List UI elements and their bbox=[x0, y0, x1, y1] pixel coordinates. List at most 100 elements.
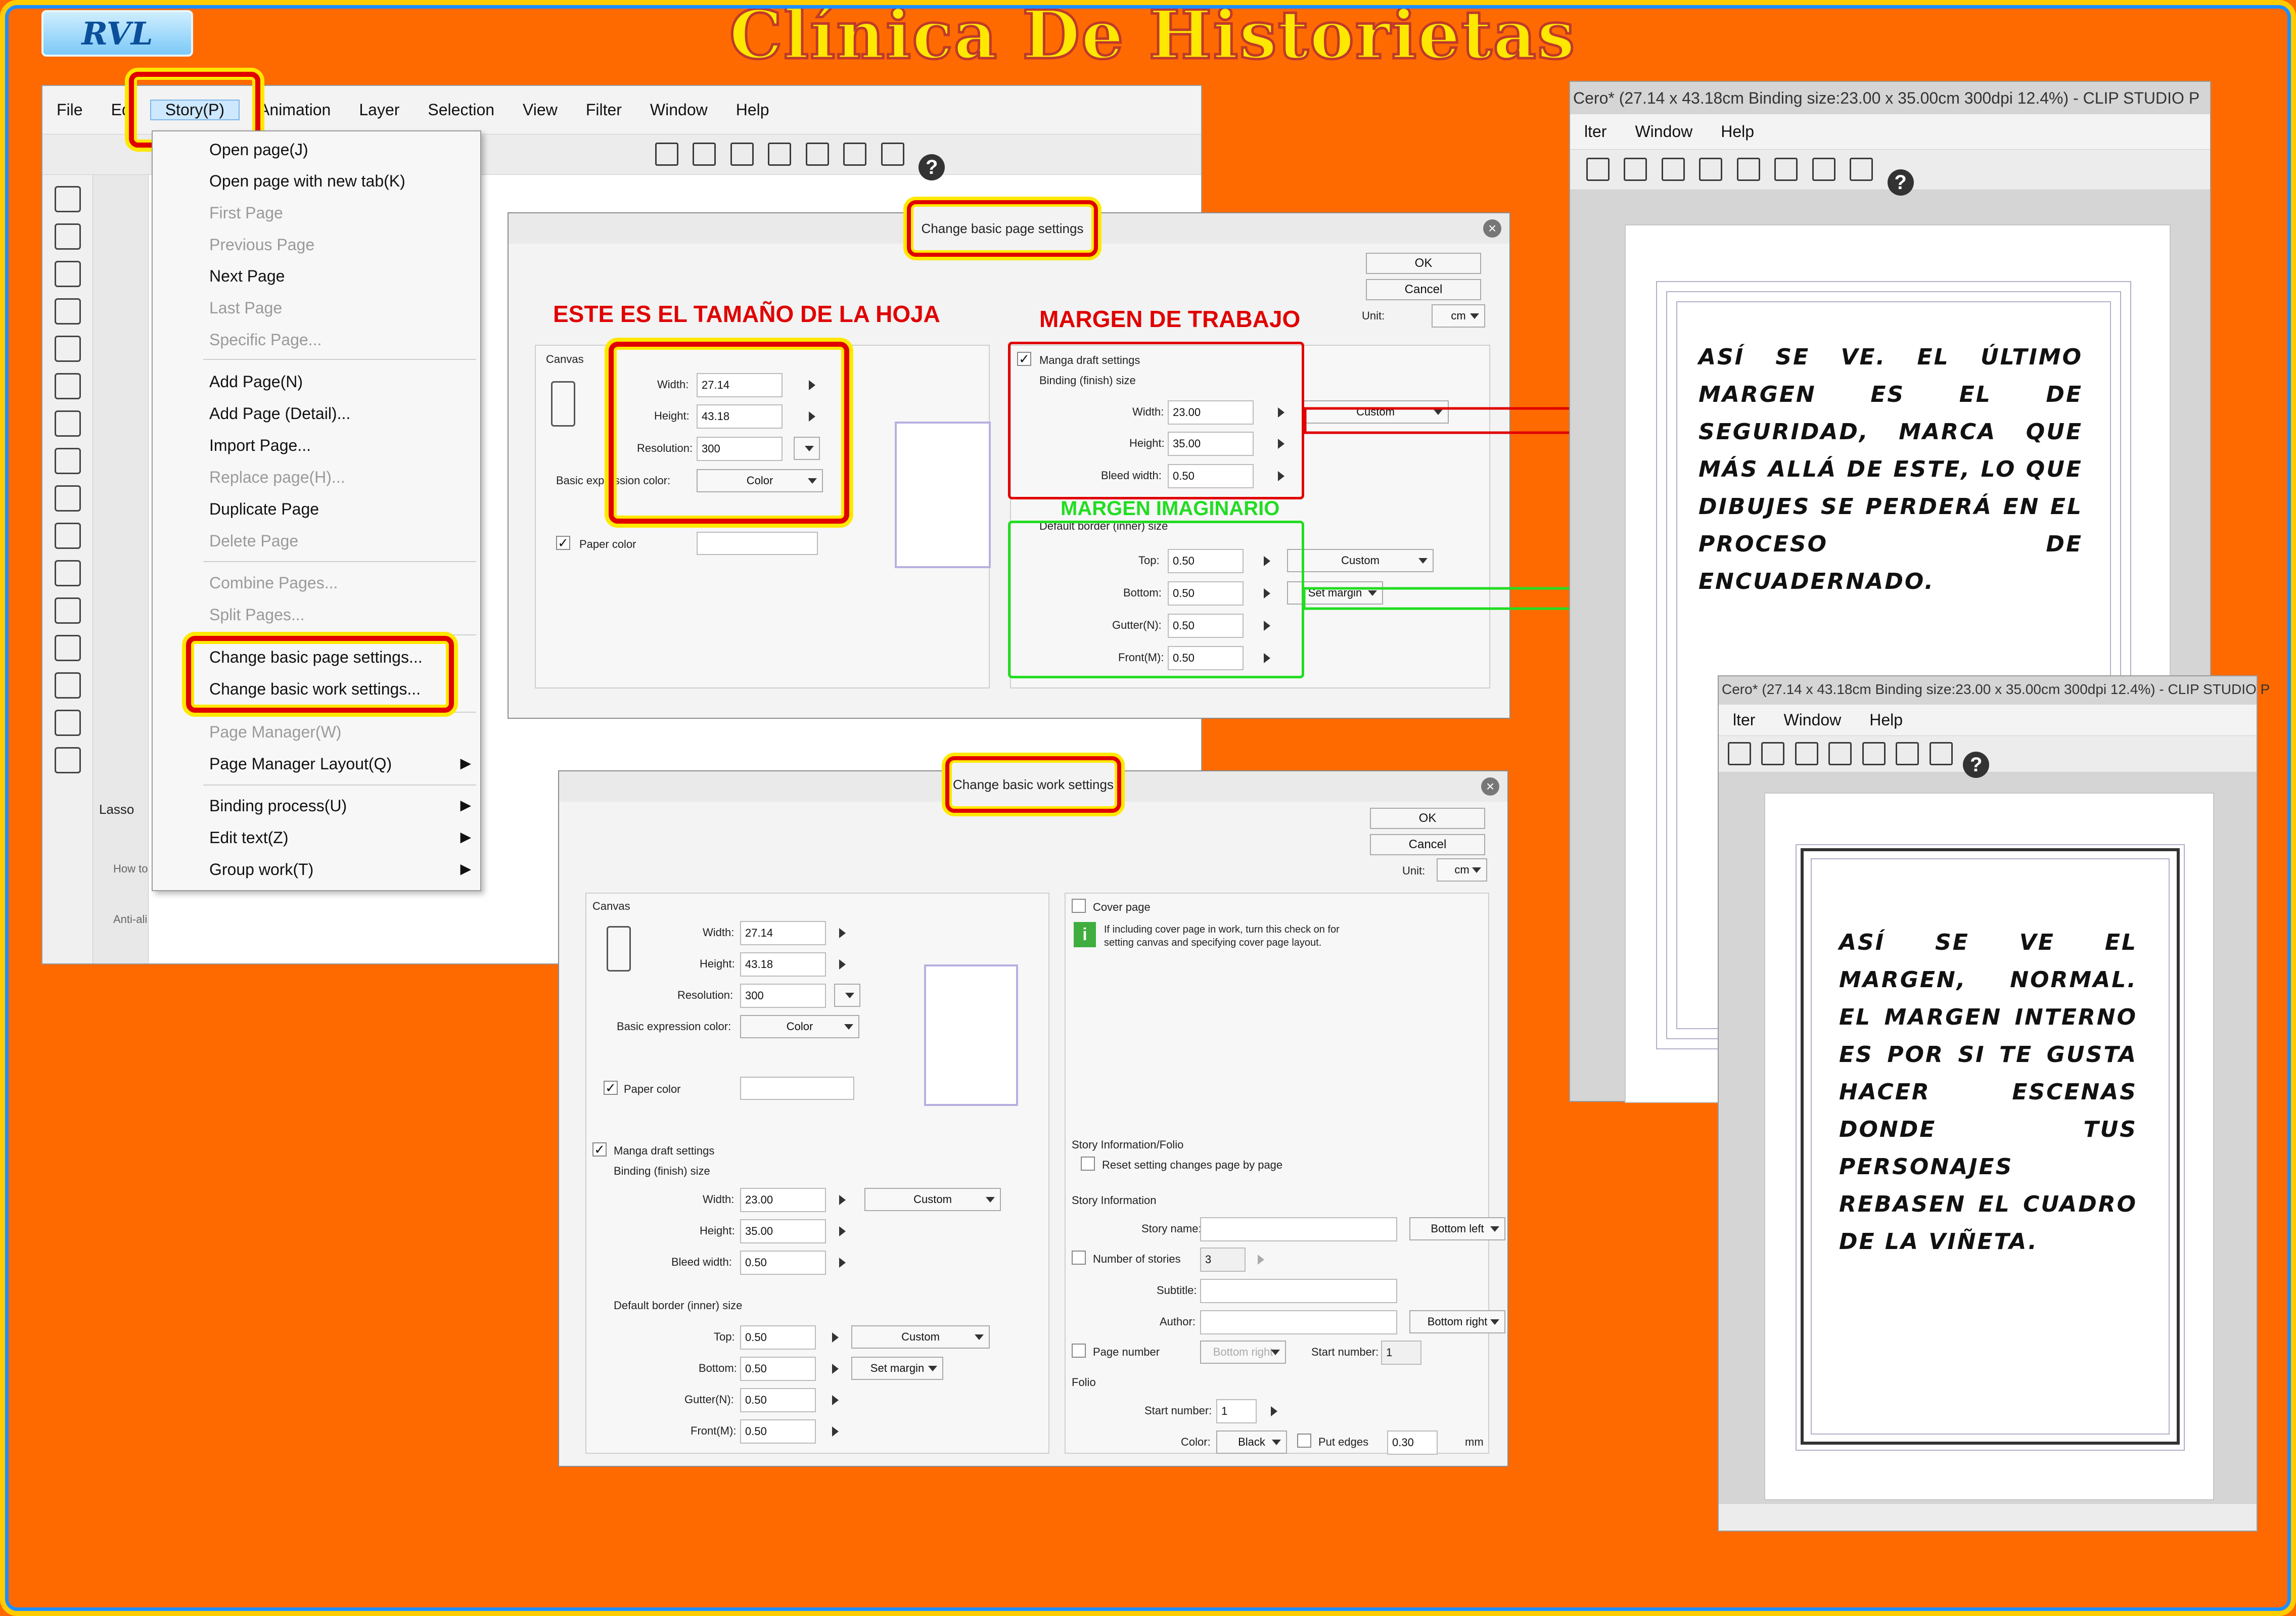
page-number-checkbox[interactable] bbox=[1072, 1344, 1086, 1358]
gutter-arrow-icon[interactable] bbox=[832, 1395, 839, 1405]
menu-help[interactable]: Help bbox=[1855, 711, 1917, 729]
figure-tool-icon[interactable] bbox=[54, 710, 81, 736]
ruler-icon[interactable] bbox=[1828, 742, 1852, 765]
tool-icon[interactable] bbox=[1761, 742, 1785, 765]
tool-icon[interactable] bbox=[1586, 158, 1610, 181]
menu-layer[interactable]: Layer bbox=[345, 101, 414, 119]
border-preset-select[interactable]: Custom bbox=[1287, 549, 1434, 572]
screen-icon[interactable] bbox=[881, 143, 904, 166]
bottom-arrow-icon[interactable] bbox=[832, 1364, 839, 1374]
menu-item-open-page-new-tab[interactable]: Open page with new tab(K) bbox=[209, 172, 405, 191]
guide-icon[interactable] bbox=[730, 143, 754, 166]
paper-color-swatch[interactable] bbox=[697, 532, 818, 555]
ruler-icon[interactable] bbox=[693, 143, 716, 166]
binding-preset-select[interactable]: Custom bbox=[1302, 400, 1449, 424]
number-of-stories-checkbox[interactable] bbox=[1072, 1251, 1086, 1265]
ok-button[interactable]: OK bbox=[1366, 253, 1481, 274]
menu-item-open-page[interactable]: Open page(J) bbox=[209, 141, 308, 159]
expression-color-select[interactable]: Color bbox=[740, 1015, 859, 1038]
tool-icon[interactable] bbox=[1624, 158, 1647, 181]
frame-icon[interactable] bbox=[805, 143, 829, 166]
snap-icon[interactable] bbox=[1774, 158, 1798, 181]
folio-start-number-input[interactable]: 1 bbox=[1216, 1399, 1257, 1423]
binding-height-input[interactable]: 35.00 bbox=[740, 1219, 826, 1243]
object-tool-icon[interactable] bbox=[54, 298, 81, 325]
menu-item-import-page[interactable]: Import Page... bbox=[209, 436, 311, 455]
menu-help[interactable]: Help bbox=[722, 101, 784, 119]
help-icon[interactable]: ? bbox=[1887, 169, 1914, 196]
screen-icon[interactable] bbox=[1929, 742, 1953, 765]
width-arrow-icon[interactable] bbox=[839, 928, 846, 938]
perspective-icon[interactable] bbox=[843, 143, 867, 166]
menu-window[interactable]: Window bbox=[1621, 122, 1707, 141]
menu-item-duplicate-page[interactable]: Duplicate Page bbox=[209, 500, 319, 519]
reset-setting-checkbox[interactable] bbox=[1081, 1157, 1095, 1171]
unit-select[interactable]: cm bbox=[1437, 858, 1487, 882]
put-edges-checkbox[interactable] bbox=[1297, 1434, 1311, 1448]
rotate-tool-icon[interactable] bbox=[54, 223, 81, 250]
gutter-input[interactable]: 0.50 bbox=[740, 1388, 816, 1412]
top-input[interactable]: 0.50 bbox=[740, 1325, 816, 1350]
cancel-button[interactable]: Cancel bbox=[1366, 279, 1481, 300]
magic-wand-icon[interactable] bbox=[54, 373, 81, 399]
number-of-stories-input[interactable]: 3 bbox=[1200, 1248, 1246, 1272]
tool-icon[interactable] bbox=[1728, 742, 1751, 765]
pencil-tool-icon[interactable] bbox=[54, 485, 81, 512]
border-preset-select[interactable]: Custom bbox=[851, 1325, 990, 1349]
top-arrow-icon[interactable] bbox=[832, 1332, 839, 1343]
set-margin-select[interactable]: Set margin bbox=[851, 1357, 943, 1380]
paper-color-checkbox[interactable]: ✓ bbox=[556, 536, 570, 550]
close-icon[interactable]: × bbox=[1481, 777, 1499, 796]
grid-icon[interactable] bbox=[1795, 742, 1818, 765]
help-icon[interactable]: ? bbox=[919, 154, 945, 180]
brush-tool-icon[interactable] bbox=[54, 523, 81, 549]
fill-tool-icon[interactable] bbox=[54, 635, 81, 661]
tool-icon[interactable] bbox=[1661, 158, 1685, 181]
height-arrow-icon[interactable] bbox=[839, 959, 846, 969]
menu-item-add-page[interactable]: Add Page(N) bbox=[209, 373, 303, 391]
lasso-tool-icon[interactable] bbox=[54, 336, 81, 362]
zoom-tool-icon[interactable] bbox=[54, 186, 81, 212]
manga-draft-checkbox[interactable]: ✓ bbox=[592, 1142, 607, 1157]
perspective-icon[interactable] bbox=[1896, 742, 1919, 765]
author-position-select[interactable]: Bottom right bbox=[1409, 1310, 1505, 1333]
binding-width-input[interactable]: 23.00 bbox=[740, 1188, 826, 1212]
story-name-input[interactable] bbox=[1200, 1217, 1397, 1241]
height-input[interactable]: 43.18 bbox=[740, 952, 826, 977]
ruler-tool-icon[interactable] bbox=[54, 747, 81, 773]
menu-item-edit-text[interactable]: Edit text(Z) bbox=[209, 828, 288, 847]
pen-tool-icon[interactable] bbox=[54, 448, 81, 474]
move-tool-icon[interactable] bbox=[54, 261, 81, 287]
paper-color-swatch[interactable] bbox=[740, 1077, 854, 1100]
bleed-width-input[interactable]: 0.50 bbox=[740, 1251, 826, 1275]
menu-item-group-work[interactable]: Group work(T) bbox=[209, 860, 313, 879]
grid-icon[interactable] bbox=[655, 143, 678, 166]
author-input[interactable] bbox=[1200, 1310, 1397, 1334]
gradient-tool-icon[interactable] bbox=[54, 672, 81, 699]
menu-item-next-page[interactable]: Next Page bbox=[209, 267, 285, 286]
edges-input[interactable]: 0.30 bbox=[1387, 1430, 1438, 1455]
cancel-button[interactable]: Cancel bbox=[1370, 834, 1485, 855]
orientation-icon[interactable] bbox=[551, 381, 575, 427]
bleed-width-arrow-icon[interactable] bbox=[839, 1258, 846, 1268]
menu-view[interactable]: View bbox=[509, 101, 572, 119]
folio-color-select[interactable]: Black bbox=[1216, 1430, 1287, 1454]
menu-item-page-manager-layout[interactable]: Page Manager Layout(Q) bbox=[209, 755, 392, 773]
ok-button[interactable]: OK bbox=[1370, 808, 1485, 829]
menu-filter[interactable]: lter bbox=[1570, 122, 1621, 141]
eyedropper-icon[interactable] bbox=[54, 410, 81, 437]
menu-filter[interactable]: Filter bbox=[572, 101, 636, 119]
binding-height-arrow-icon[interactable] bbox=[839, 1226, 846, 1236]
help-icon[interactable]: ? bbox=[1963, 752, 1990, 778]
menu-item-add-page-detail[interactable]: Add Page (Detail)... bbox=[209, 404, 350, 423]
binding-preset-select[interactable]: Custom bbox=[864, 1188, 1001, 1211]
snap-icon[interactable] bbox=[1862, 742, 1886, 765]
perspective-icon[interactable] bbox=[1812, 158, 1835, 181]
grid-icon[interactable] bbox=[1699, 158, 1723, 181]
menu-window[interactable]: Window bbox=[636, 101, 722, 119]
width-input[interactable]: 27.14 bbox=[740, 921, 826, 945]
menu-item-binding-process[interactable]: Binding process(U) bbox=[209, 797, 347, 815]
binding-width-arrow-icon[interactable] bbox=[839, 1195, 846, 1205]
paper-color-checkbox[interactable]: ✓ bbox=[604, 1081, 618, 1095]
bottom-input[interactable]: 0.50 bbox=[740, 1357, 816, 1381]
